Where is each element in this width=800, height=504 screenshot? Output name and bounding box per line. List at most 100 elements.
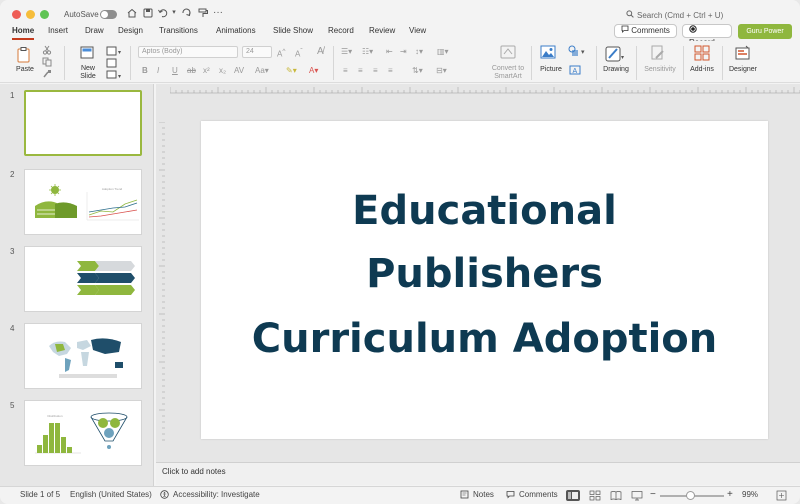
align-text-icon[interactable]: ⊟▾ (436, 66, 447, 75)
zoom-out-icon[interactable]: − (650, 489, 656, 500)
comments-button[interactable]: Comments (614, 24, 677, 38)
zoom-slider-handle[interactable] (686, 491, 695, 500)
drawing-label: Drawing (603, 66, 629, 73)
layout-icon[interactable]: ▾ ▾ (106, 45, 124, 81)
smartart-icon[interactable] (500, 45, 516, 61)
line-spacing-icon[interactable]: ↕▾ (415, 47, 423, 56)
close-window-button[interactable] (12, 10, 21, 19)
font-size-field[interactable]: 24 (242, 46, 272, 58)
strikethrough-icon[interactable]: ab (187, 66, 196, 75)
undo-dropdown-icon[interactable]: ▾ (168, 7, 180, 19)
notes-icon[interactable] (460, 490, 470, 501)
tab-home[interactable]: Home (12, 26, 35, 40)
textbox-icon[interactable]: A (569, 65, 581, 77)
comment-icon (621, 25, 629, 37)
slide-sorter-icon[interactable] (589, 490, 601, 503)
vertical-ruler[interactable] (158, 122, 166, 442)
numbering-icon[interactable]: ☷▾ (362, 47, 373, 56)
normal-view-icon[interactable] (566, 490, 580, 501)
fit-to-window-icon[interactable] (776, 490, 787, 503)
comments-status-icon[interactable] (506, 490, 516, 501)
slide-thumbnail-1[interactable] (24, 90, 142, 156)
tab-record[interactable]: Record (328, 26, 354, 35)
underline-icon[interactable]: U (172, 66, 178, 75)
subscript-icon[interactable]: x₂ (219, 66, 226, 75)
designer-icon[interactable] (735, 45, 751, 63)
superscript-icon[interactable]: x² (203, 66, 210, 75)
italic-icon[interactable]: I (157, 66, 159, 75)
minimize-window-button[interactable] (26, 10, 35, 19)
tab-design[interactable]: Design (118, 26, 143, 35)
tab-transitions[interactable]: Transitions (159, 26, 198, 35)
reading-view-icon[interactable] (610, 490, 622, 503)
picture-icon[interactable] (540, 45, 556, 61)
main-slide[interactable]: Educational Publishers Curriculum Adopti… (201, 121, 768, 439)
notes-toggle[interactable]: Notes (473, 490, 494, 499)
home-icon[interactable] (126, 7, 138, 19)
align-center-icon[interactable]: ≡ (358, 66, 363, 75)
language[interactable]: English (United States) (70, 490, 152, 499)
clear-format-icon[interactable]: A̸ (317, 46, 324, 57)
char-spacing-icon[interactable]: AV (234, 66, 244, 75)
increase-font-icon[interactable]: A^ (277, 48, 285, 59)
font-name-field[interactable]: Aptos (Body) (138, 46, 238, 58)
tab-slide-show[interactable]: Slide Show (273, 26, 313, 35)
mini-line-chart (86, 192, 139, 221)
comments-label: Comments (631, 26, 670, 35)
tab-review[interactable]: Review (369, 26, 395, 35)
decrease-font-icon[interactable]: Aˇ (295, 48, 303, 59)
align-left-icon[interactable]: ≡ (343, 66, 348, 75)
slide-thumbnail-5[interactable]: Distribution (24, 400, 142, 466)
slide-title-line[interactable]: Publishers (201, 252, 768, 296)
drawing-icon[interactable]: ▾ (605, 45, 625, 65)
change-case-icon[interactable]: Aa▾ (255, 66, 269, 75)
zoom-in-icon[interactable]: + (727, 489, 733, 500)
justify-icon[interactable]: ≡ (388, 66, 393, 75)
tab-draw[interactable]: Draw (85, 26, 104, 35)
accessibility-icon[interactable] (160, 490, 170, 501)
text-direction-icon[interactable]: ⇅▾ (412, 66, 423, 75)
slide-thumbnail-pane[interactable]: 1 2 Adoption Trend 3 4 5 Distribution (0, 84, 154, 486)
addins-icon[interactable] (694, 45, 710, 63)
zoom-level[interactable]: 99% (742, 490, 758, 499)
increase-indent-icon[interactable]: ⇥ (400, 47, 407, 56)
tab-view[interactable]: View (409, 26, 426, 35)
slide-thumbnail-3[interactable] (24, 246, 142, 312)
notes-pane[interactable]: Click to add notes (156, 462, 800, 485)
guru-power-button[interactable]: Guru Power (738, 24, 792, 39)
format-brush-icon[interactable] (42, 69, 52, 81)
columns-icon[interactable]: ▥▾ (437, 47, 449, 56)
slide-thumbnail-2[interactable]: Adoption Trend (24, 169, 142, 235)
format-painter-icon[interactable] (197, 7, 209, 19)
tab-animations[interactable]: Animations (216, 26, 256, 35)
decrease-indent-icon[interactable]: ⇤ (386, 47, 393, 56)
font-color-icon[interactable]: A▾ (309, 66, 318, 75)
new-slide-icon[interactable] (80, 45, 96, 63)
search-box[interactable]: Search (Cmd + Ctrl + U) (626, 10, 723, 20)
copy-icon[interactable] (42, 57, 52, 69)
shapes-icon[interactable]: ▾ (568, 45, 590, 59)
slideshow-view-icon[interactable] (631, 490, 643, 503)
save-icon[interactable] (142, 7, 154, 19)
horizontal-ruler[interactable] (170, 86, 800, 94)
bold-icon[interactable]: B (142, 66, 148, 75)
paste-icon[interactable] (15, 46, 33, 66)
redo-icon[interactable] (180, 7, 192, 19)
slide-title-line[interactable]: Educational (201, 189, 768, 233)
zoom-window-button[interactable] (40, 10, 49, 19)
sensitivity-icon[interactable] (650, 45, 666, 63)
record-button[interactable]: Record (682, 24, 732, 47)
comments-toggle[interactable]: Comments (519, 490, 558, 499)
convert-smartart-label: Convert to SmartArt (491, 65, 525, 80)
accessibility-status[interactable]: Accessibility: Investigate (173, 490, 260, 499)
more-icon[interactable]: ··· (212, 7, 224, 19)
tab-insert[interactable]: Insert (48, 26, 68, 35)
slide-thumbnail-4[interactable] (24, 323, 142, 389)
slide-title-line[interactable]: Curriculum Adoption (201, 317, 768, 361)
align-right-icon[interactable]: ≡ (373, 66, 378, 75)
slide-number: 5 (10, 401, 15, 410)
highlight-icon[interactable]: ✎▾ (286, 66, 297, 75)
bullets-icon[interactable]: ☰▾ (341, 47, 352, 56)
autosave-toggle[interactable] (100, 10, 117, 19)
cut-icon[interactable] (42, 45, 52, 57)
